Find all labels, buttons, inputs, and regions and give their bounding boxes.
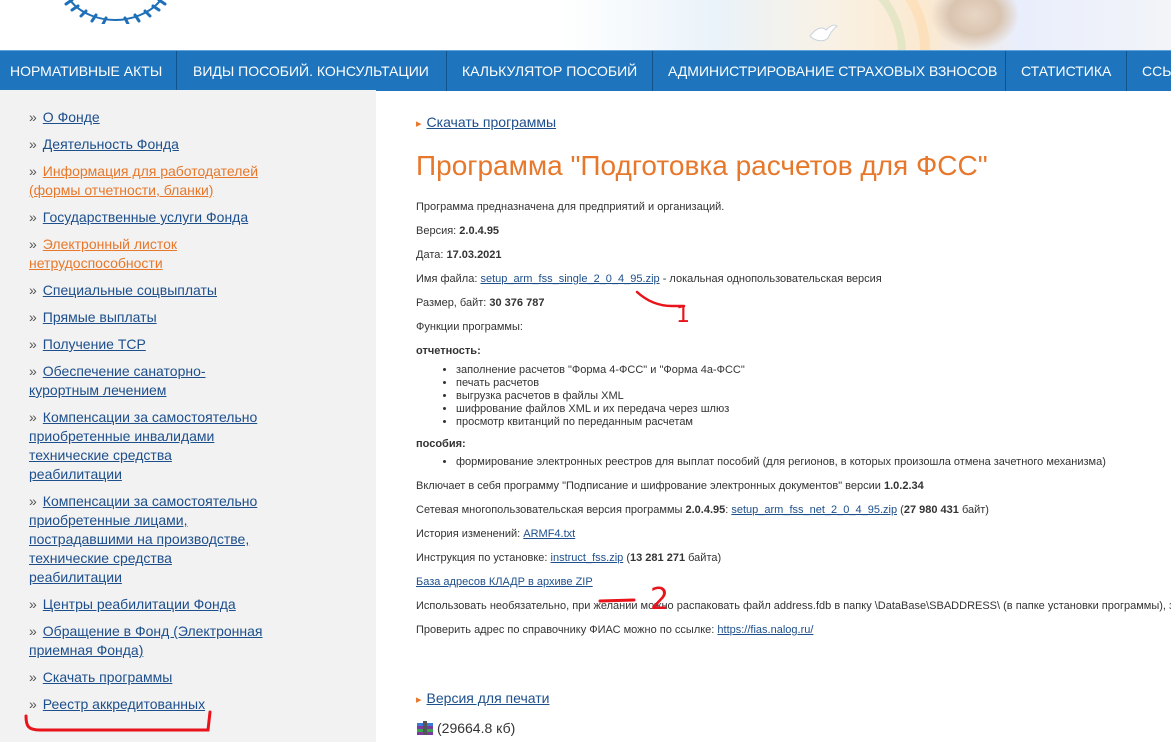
sidebar-item-e-sick-leave: » Электронный листок нетрудоспособности: [29, 236, 178, 271]
version-row: Версия: 2.0.4.95: [416, 225, 500, 237]
dove-icon: [809, 24, 838, 42]
history-row: История изменений: ARMF4.txt: [416, 528, 576, 540]
main-content: ▸ Скачать программы Программа "Подготовка…: [416, 90, 1171, 742]
version-value: 2.0.4.95: [459, 225, 500, 237]
sidebar-link-direct-payments[interactable]: Прямые выплаты: [43, 309, 157, 325]
sidebar: » О Фонде » Деятельность Фонда » Информация…: [0, 90, 376, 742]
print-version: ▸ Версия для печати: [416, 690, 549, 706]
sidebar-link-appeal[interactable]: Обращение в Фонд (Электронная приемная Ф…: [29, 623, 263, 658]
arrow-right-icon: ▸: [416, 118, 422, 130]
optional-text: Использовать необязательно, при желании …: [416, 600, 1171, 612]
main-nav: НОРМАТИВНЫЕ АКТЫ ВИДЫ ПОСОБИЙ. КОНСУЛЬТА…: [0, 50, 1171, 91]
program-description: Программа предназначена для предприятий …: [416, 201, 1171, 637]
functions-label: Функции программы:: [416, 321, 523, 333]
sidebar-link-about[interactable]: О Фонде: [43, 109, 100, 125]
size-row: Размер, байт: 30 376 787: [416, 297, 545, 309]
history-file-link[interactable]: ARMF4.txt: [523, 528, 575, 540]
breadcrumb: ▸ Скачать программы: [416, 114, 556, 130]
fias-link[interactable]: https://fias.nalog.ru/: [717, 624, 813, 636]
archive-size-row: (29664.8 кб): [416, 720, 515, 736]
reporting-label: отчетность:: [416, 345, 481, 357]
nav-item-calculator[interactable]: КАЛЬКУЛЯТОР ПОСОБИЙ: [447, 51, 653, 91]
sidebar-link-employers[interactable]: Информация для работодателей (формы отче…: [29, 163, 258, 198]
sidebar-link-activity[interactable]: Деятельность Фонда: [43, 136, 179, 152]
sidebar-item-about: » О Фонде: [29, 109, 100, 125]
sidebar-item-special-payments: » Специальные соцвыплаты: [29, 282, 217, 298]
sidebar-link-special-payments[interactable]: Специальные соцвыплаты: [43, 282, 217, 298]
list-item: заполнение расчетов "Форма 4-ФСС" и "Фор…: [456, 364, 1171, 377]
laurel-logo-icon: [64, 0, 167, 24]
sidebar-item-registry: » Реестр аккредитованных: [29, 696, 206, 712]
date-row: Дата: 17.03.2021: [416, 249, 502, 261]
filename-row: Имя файла: setup_arm_fss_single_2_0_4_95…: [416, 273, 882, 285]
reporting-list: заполнение расчетов "Форма 4-ФСС" и "Фор…: [416, 364, 1171, 429]
date-value: 17.03.2021: [446, 249, 502, 261]
sidebar-link-gov-services[interactable]: Государственные услуги Фонда: [43, 209, 248, 225]
list-item: шифрование файлов XML и их передача чере…: [456, 403, 1171, 416]
sidebar-link-tsr[interactable]: Получение ТСР: [43, 336, 146, 352]
sidebar-link-sanatorium[interactable]: Обеспечение санаторно-курортным лечением: [29, 363, 206, 398]
archive-size: (29664.8 кб): [437, 720, 516, 736]
net-version-row: Сетевая многопользовательская версия про…: [416, 504, 989, 516]
includes-row: Включает в себя программу "Подписание и …: [416, 480, 924, 492]
print-version-link[interactable]: Версия для печати: [427, 690, 550, 706]
fias-row: Проверить адрес по справочнику ФИАС можн…: [416, 624, 814, 636]
intro-text: Программа предназначена для предприятий …: [416, 201, 725, 213]
nav-item-statistics[interactable]: СТАТИСТИКА: [1006, 51, 1127, 91]
list-item: просмотр квитанций по переданным расчета…: [456, 416, 1171, 429]
sidebar-menu: » О Фонде » Деятельность Фонда » Информация…: [29, 108, 264, 722]
sidebar-item-compensation-injured: » Компенсации за самостоятельно приобрете…: [29, 493, 258, 585]
size-value: 30 376 787: [489, 297, 545, 309]
sidebar-link-compensation-disabled[interactable]: Компенсации за самостоятельно приобретен…: [29, 409, 257, 482]
list-item: печать расчетов: [456, 377, 1171, 390]
sidebar-item-compensation-disabled: » Компенсации за самостоятельно приобрете…: [29, 409, 258, 482]
sidebar-link-e-sick-leave[interactable]: Электронный листок нетрудоспособности: [29, 236, 177, 271]
sidebar-link-rehab-centers[interactable]: Центры реабилитации Фонда: [43, 596, 236, 612]
banner-figure: [930, 0, 1020, 50]
sidebar-item-rehab-centers: » Центры реабилитации Фонда: [29, 596, 236, 612]
list-item: формирование электронных реестров для вы…: [456, 456, 1171, 469]
archive-icon[interactable]: [416, 720, 434, 736]
site-header: [0, 0, 1171, 50]
sidebar-item-activity: » Деятельность Фонда: [29, 136, 179, 152]
kladr-archive-link[interactable]: База адресов КЛАДР в архиве ZIP: [416, 576, 593, 588]
download-single-zip-link[interactable]: setup_arm_fss_single_2_0_4_95.zip: [480, 273, 659, 285]
sidebar-item-download-programs: » Скачать программы: [29, 669, 173, 685]
benefits-list: формирование электронных реестров для вы…: [416, 456, 1171, 469]
arrow-right-icon: ▸: [416, 694, 422, 706]
sidebar-item-sanatorium: » Обеспечение санаторно-курортным лечение…: [29, 363, 206, 398]
benefits-label: пособия:: [416, 438, 466, 450]
list-item: выгрузка расчетов в файлы XML: [456, 390, 1171, 403]
sidebar-link-registry[interactable]: Реестр аккредитованных: [43, 696, 205, 712]
nav-item-normative-acts[interactable]: НОРМАТИВНЫЕ АКТЫ: [0, 51, 177, 91]
breadcrumb-download-programs[interactable]: Скачать программы: [427, 114, 557, 130]
nav-item-links[interactable]: ССЫ: [1127, 51, 1171, 91]
nav-item-benefit-types[interactable]: ВИДЫ ПОСОБИЙ. КОНСУЛЬТАЦИИ: [177, 51, 447, 91]
download-net-zip-link[interactable]: setup_arm_fss_net_2_0_4_95.zip: [731, 504, 897, 516]
sidebar-item-appeal: » Обращение в Фонд (Электронная приемная …: [29, 623, 263, 658]
nav-item-insurance-admin[interactable]: АДМИНИСТРИРОВАНИЕ СТРАХОВЫХ ВЗНОСОВ: [653, 51, 1006, 91]
sidebar-item-direct-payments: » Прямые выплаты: [29, 309, 157, 325]
sidebar-link-download-programs[interactable]: Скачать программы: [43, 669, 173, 685]
kladr-row: База адресов КЛАДР в архиве ZIP: [416, 576, 1171, 589]
page-title: Программа "Подготовка расчетов для ФСС": [416, 150, 988, 181]
install-row: Инструкция по установке: instruct_fss.zi…: [416, 552, 722, 564]
sidebar-link-compensation-injured[interactable]: Компенсации за самостоятельно приобретен…: [29, 493, 257, 585]
sidebar-item-tsr: » Получение ТСР: [29, 336, 146, 352]
sidebar-item-gov-services: » Государственные услуги Фонда: [29, 209, 249, 225]
install-instructions-link[interactable]: instruct_fss.zip: [551, 552, 624, 564]
sidebar-item-employers: » Информация для работодателей (формы отч…: [29, 163, 259, 198]
